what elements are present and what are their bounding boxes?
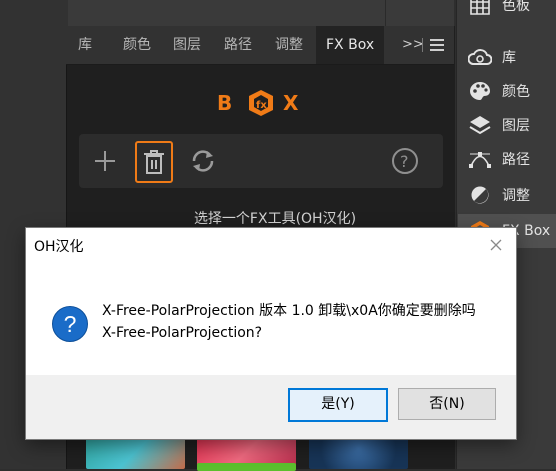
paths-icon xyxy=(468,147,492,171)
svg-text:?: ? xyxy=(400,152,409,171)
tab-overflow-button[interactable]: >> xyxy=(402,26,424,64)
color-palette-icon xyxy=(468,79,492,103)
sidebar-item-libraries[interactable]: 库 xyxy=(458,40,556,74)
layers-icon xyxy=(468,113,492,137)
refresh-icon[interactable] xyxy=(185,143,221,179)
sidebar-item-label: 库 xyxy=(502,50,516,66)
fx-toolbar: ? xyxy=(79,134,443,188)
tab-layers[interactable]: 图层 xyxy=(173,26,201,64)
close-icon[interactable] xyxy=(488,237,504,253)
fx-thumbnail[interactable] xyxy=(86,435,185,469)
panel-tab-bar: 库 颜色 图层 路径 调整 FX Box >> xyxy=(66,26,454,65)
plus-icon[interactable] xyxy=(87,143,123,179)
tab-color[interactable]: 颜色 xyxy=(123,26,151,64)
sidebar-item-label: 调整 xyxy=(502,188,530,204)
sidebar-item-layers[interactable]: 图层 xyxy=(458,108,556,142)
sidebar-item-label: 图层 xyxy=(502,118,530,134)
sidebar-item-adjustments[interactable]: 调整 xyxy=(458,178,556,212)
libraries-icon xyxy=(468,45,492,69)
sidebar-item-swatches[interactable]: 色板 xyxy=(458,0,556,22)
svg-text:fx: fx xyxy=(256,100,267,111)
tab-library[interactable]: 库 xyxy=(78,26,92,64)
confirm-dialog: OH汉化 ? X-Free-PolarProjection 版本 1.0 卸载\… xyxy=(26,228,516,439)
trash-icon[interactable] xyxy=(135,141,173,183)
help-icon[interactable]: ? xyxy=(387,143,423,179)
question-icon: ? xyxy=(52,306,88,342)
tab-fx-box[interactable]: FX Box xyxy=(316,26,385,64)
yes-button[interactable]: 是(Y) xyxy=(288,388,388,422)
panel-menu-icon[interactable] xyxy=(430,39,444,51)
sidebar-item-label: 路径 xyxy=(502,152,530,168)
dialog-message: X-Free-PolarProjection 版本 1.0 卸载\x0A你确定要… xyxy=(102,300,502,344)
no-button[interactable]: 否(N) xyxy=(398,388,496,420)
top-panel-divider xyxy=(385,0,408,26)
swatches-icon xyxy=(468,0,492,17)
svg-text:B: B xyxy=(217,91,232,115)
dialog-message-line1: X-Free-PolarProjection 版本 1.0 卸载\x0A你确定要… xyxy=(102,303,476,319)
adjustments-icon xyxy=(468,183,492,207)
fx-thumbnail[interactable] xyxy=(309,435,408,469)
sidebar-item-color[interactable]: 颜色 xyxy=(458,74,556,108)
fx-box-logo: B fx X xyxy=(217,86,305,120)
sidebar-item-label: 颜色 xyxy=(502,84,530,100)
sidebar-item-paths[interactable]: 路径 xyxy=(458,142,556,176)
sidebar-item-label: 色板 xyxy=(502,0,530,14)
dialog-message-line2: X-Free-PolarProjection? xyxy=(102,325,263,341)
tab-adjustments[interactable]: 调整 xyxy=(275,26,303,64)
dialog-title: OH汉化 xyxy=(34,239,84,255)
dialog-footer: 是(Y) 否(N) xyxy=(26,375,516,439)
fx-thumbnail[interactable] xyxy=(197,463,296,471)
svg-text:X: X xyxy=(283,91,299,115)
tab-separator xyxy=(422,38,423,52)
tab-paths[interactable]: 路径 xyxy=(224,26,252,64)
